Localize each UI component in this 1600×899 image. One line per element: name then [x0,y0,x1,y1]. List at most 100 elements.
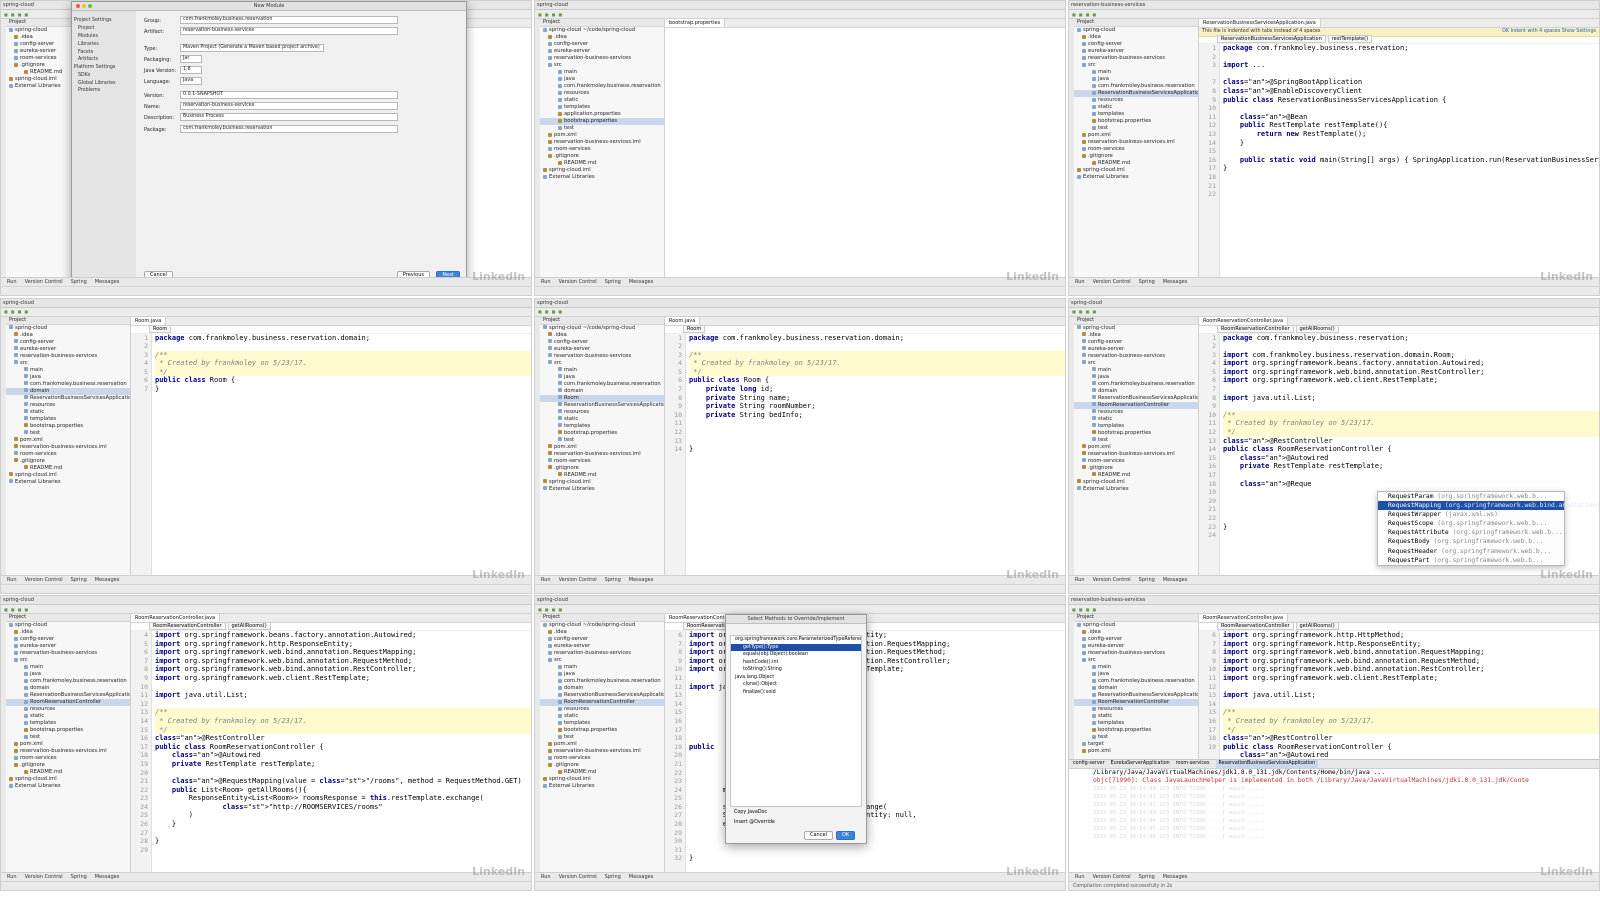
tree-node[interactable]: ReservationBusinessServicesApplication [1074,90,1198,97]
tool-window-button[interactable]: Messages [95,279,120,285]
tree-node[interactable]: .gitignore [540,762,664,769]
tool-window-button[interactable]: Version Control [559,577,597,583]
breadcrumb-item[interactable]: getAllRooms() [227,622,271,630]
run-icon[interactable]: ■ [538,309,542,314]
tree-node[interactable]: spring-cloud [6,622,130,629]
tree-node[interactable]: room-services [540,458,664,465]
tree-node[interactable]: target [1074,741,1198,748]
settings-item[interactable]: SDKs [72,71,136,79]
tree-node[interactable]: spring-cloud.iml [540,167,664,174]
tree-node[interactable]: config-server [6,339,130,346]
tree-node[interactable]: bootstrap.properties [1074,118,1198,125]
completion-item[interactable]: RequestHeader (org.springframework.web.b… [1378,547,1564,556]
tree-node[interactable]: .idea [1074,332,1198,339]
editor-tab[interactable]: ReservationBusinessServicesApplication.j… [1199,19,1321,27]
run-tab[interactable]: ReservationBusinessServicesApplication [1215,760,1319,768]
tool-window-button[interactable]: Version Control [1093,874,1131,880]
editor-tab[interactable]: Room.java [665,316,701,325]
debug-icon[interactable]: ■ [11,607,15,612]
tree-node[interactable]: .gitignore [540,153,664,160]
tree-node[interactable]: ReservationBusinessServicesApplication [1074,692,1198,699]
tree-node[interactable]: .gitignore [540,465,664,472]
tree-node[interactable]: reservation-business-services.iml [540,748,664,755]
tree-node[interactable]: .idea [1074,629,1198,636]
tree-node[interactable]: README.md [6,769,130,776]
tree-node[interactable]: src [6,657,130,664]
tool-window-button[interactable]: Run [7,279,17,285]
tree-node[interactable]: templates [1074,720,1198,727]
tree-node[interactable]: bootstrap.properties [540,430,664,437]
search-icon[interactable]: ■ [558,12,562,17]
tree-node[interactable]: test [540,125,664,132]
tree-node[interactable]: java [6,374,130,381]
tree-node[interactable]: static [540,713,664,720]
tool-window-button[interactable]: Spring [71,874,87,880]
tree-node[interactable]: spring-cloud.iml [1074,479,1198,486]
settings-item[interactable]: Modules [72,33,136,41]
tree-node[interactable]: java [1074,374,1198,381]
tool-window-button[interactable]: Messages [1163,874,1188,880]
run-icon[interactable]: ■ [538,12,542,17]
tree-node[interactable]: README.md [540,472,664,479]
tree-node[interactable]: eureka-server [540,346,664,353]
tree-node[interactable]: test [1074,437,1198,444]
tree-node[interactable]: spring-cloud.iml [6,472,130,479]
tree-node[interactable]: java [1074,671,1198,678]
tree-node[interactable]: src [6,360,130,367]
tree-node[interactable]: .idea [1074,34,1198,41]
run-icon[interactable]: ■ [4,607,8,612]
debug-icon[interactable]: ■ [11,12,15,17]
source-code[interactable]: import org.springframework.http.HttpMeth… [1223,631,1599,760]
tool-window-button[interactable]: Run [1075,577,1085,583]
tree-node[interactable]: eureka-server [1074,48,1198,55]
settings-item[interactable]: Libraries [72,40,136,48]
tree-node[interactable]: main [540,367,664,374]
tool-window-button[interactable]: Messages [95,577,120,583]
run-tab[interactable]: config-server [1073,760,1105,768]
field-input[interactable]: Business Process [180,113,398,121]
tree-node[interactable]: pom.xml [1074,748,1198,755]
tree-node[interactable]: reservation-business-services [1074,650,1198,657]
search-icon[interactable]: ■ [1092,12,1096,17]
tree-node[interactable]: External Libraries [540,486,664,493]
breadcrumb-item[interactable]: getAllRooms() [1295,622,1339,630]
tree-node[interactable]: RoomReservationController [1074,699,1198,706]
tree-node[interactable]: spring-cloud ~/code/spring-cloud [540,325,664,332]
tree-node[interactable]: README.md [540,769,664,776]
field-input[interactable]: 0.0.1-SNAPSHOT [180,91,398,99]
tree-node[interactable]: com.frankmoley.business.reservation [6,381,130,388]
debug-icon[interactable]: ■ [545,607,549,612]
completion-item[interactable]: RequestPart (org.springframework.web.b..… [1378,556,1564,565]
tool-window-button[interactable]: Spring [71,577,87,583]
tree-node[interactable]: RoomReservationController [540,699,664,706]
tool-window-button[interactable]: Version Control [1093,279,1131,285]
run-icon[interactable]: ■ [538,607,542,612]
tree-node[interactable]: com.frankmoley.business.reservation [6,678,130,685]
tree-node[interactable]: .gitignore [6,762,130,769]
stop-icon[interactable]: ■ [18,309,22,314]
tree-node[interactable]: reservation-business-services [6,353,130,360]
tree-node[interactable]: spring-cloud.iml [6,776,130,783]
completion-item[interactable]: RequestWrapper (javax.xml.ws) [1378,510,1564,519]
field-input[interactable]: Java [180,77,202,85]
tree-node[interactable]: main [6,367,130,374]
tree-node[interactable]: RoomReservationController [1074,401,1198,409]
tree-node[interactable]: com.frankmoley.business.reservation [540,678,664,685]
breadcrumb-item[interactable]: Room [683,324,706,333]
tree-node[interactable]: External Libraries [1074,486,1198,493]
run-tab[interactable]: EurekaServerApplication [1111,760,1170,768]
completion-item[interactable]: RequestParam (org.springframework.web.b.… [1378,492,1564,501]
tree-node[interactable]: pom.xml [6,437,130,444]
tree-node[interactable]: .idea [540,332,664,339]
tree-node[interactable]: ReservationBusinessServicesApplication [1074,395,1198,402]
search-icon[interactable]: ■ [558,309,562,314]
tree-node[interactable]: src [540,657,664,664]
tree-node[interactable]: .idea [6,332,130,339]
cancel-button[interactable]: Cancel [804,831,833,840]
debug-icon[interactable]: ■ [11,309,15,314]
tree-node[interactable]: reservation-business-services.iml [540,139,664,146]
source-code[interactable]: package com.frankmoley.business.reservat… [689,334,1065,454]
tree-node[interactable]: README.md [540,160,664,167]
tree-node[interactable]: main [540,69,664,76]
tree-node[interactable]: static [6,409,130,416]
